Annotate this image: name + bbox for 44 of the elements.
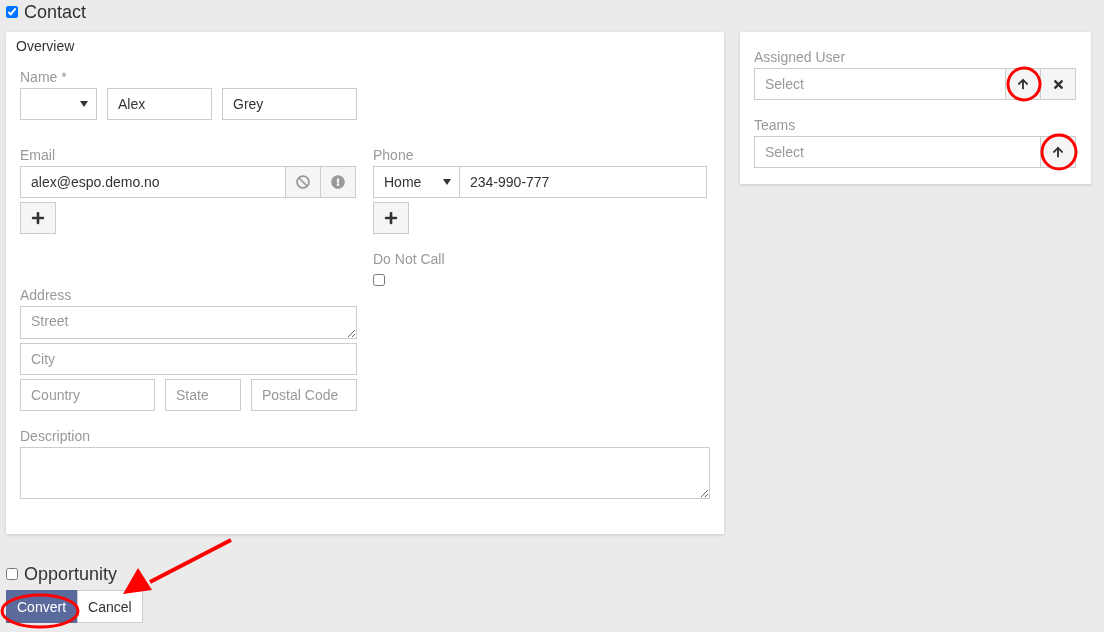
- street-field[interactable]: Street: [20, 306, 357, 339]
- select-field[interactable]: Select: [754, 136, 1041, 168]
- contact-checkbox[interactable]: [6, 6, 18, 18]
- opt-out-button[interactable]: [285, 166, 321, 198]
- plus-icon: [31, 211, 45, 225]
- city-field[interactable]: City: [20, 343, 357, 375]
- field-label: Email: [20, 146, 56, 165]
- arrow-up-icon: [1017, 78, 1029, 90]
- field-label: Address: [20, 286, 73, 305]
- caret-icon: [443, 179, 451, 185]
- field-label: Description: [20, 427, 92, 446]
- annotation-circle: [1006, 66, 1042, 102]
- add-email-button[interactable]: [20, 202, 56, 234]
- clear-button[interactable]: [1040, 68, 1076, 100]
- description-field[interactable]: [20, 447, 710, 499]
- state-field[interactable]: State: [165, 379, 241, 411]
- phone-type-select[interactable]: Home: [373, 166, 460, 198]
- add-phone-button[interactable]: [373, 202, 409, 234]
- close-icon: [1051, 77, 1065, 91]
- email-field[interactable]: alex@espo.demo.no: [20, 166, 286, 198]
- country-field[interactable]: Country: [20, 379, 155, 411]
- arrow-up-icon: [1052, 146, 1064, 158]
- field-label: Teams: [754, 116, 797, 135]
- plus-icon: [384, 211, 398, 225]
- last-name-field[interactable]: Grey: [222, 88, 357, 120]
- phone-field[interactable]: 234-990-777: [459, 166, 707, 198]
- opportunity-checkbox[interactable]: [6, 568, 18, 580]
- postal-code-field[interactable]: Postal Code: [251, 379, 357, 411]
- first-name-field[interactable]: Alex: [107, 88, 212, 120]
- opportunity-label: Opportunity: [24, 563, 118, 585]
- invalid-button[interactable]: [320, 166, 356, 198]
- caret-icon: [80, 101, 88, 107]
- do-not-call-checkbox[interactable]: [373, 274, 385, 286]
- field-label: Do Not Call: [373, 250, 446, 269]
- exclamation-icon: [331, 175, 345, 189]
- field-label: Assigned User: [754, 48, 847, 67]
- panel-title: Overview: [16, 38, 76, 56]
- contact-label: Contact: [24, 1, 87, 23]
- ban-icon: [296, 175, 310, 189]
- select-field[interactable]: Select: [754, 68, 1006, 100]
- field-label: Name *: [20, 68, 68, 87]
- annotation-circle: [1040, 133, 1078, 171]
- cancel-button[interactable]: Cancel: [77, 590, 143, 623]
- field-label: Phone: [373, 146, 415, 165]
